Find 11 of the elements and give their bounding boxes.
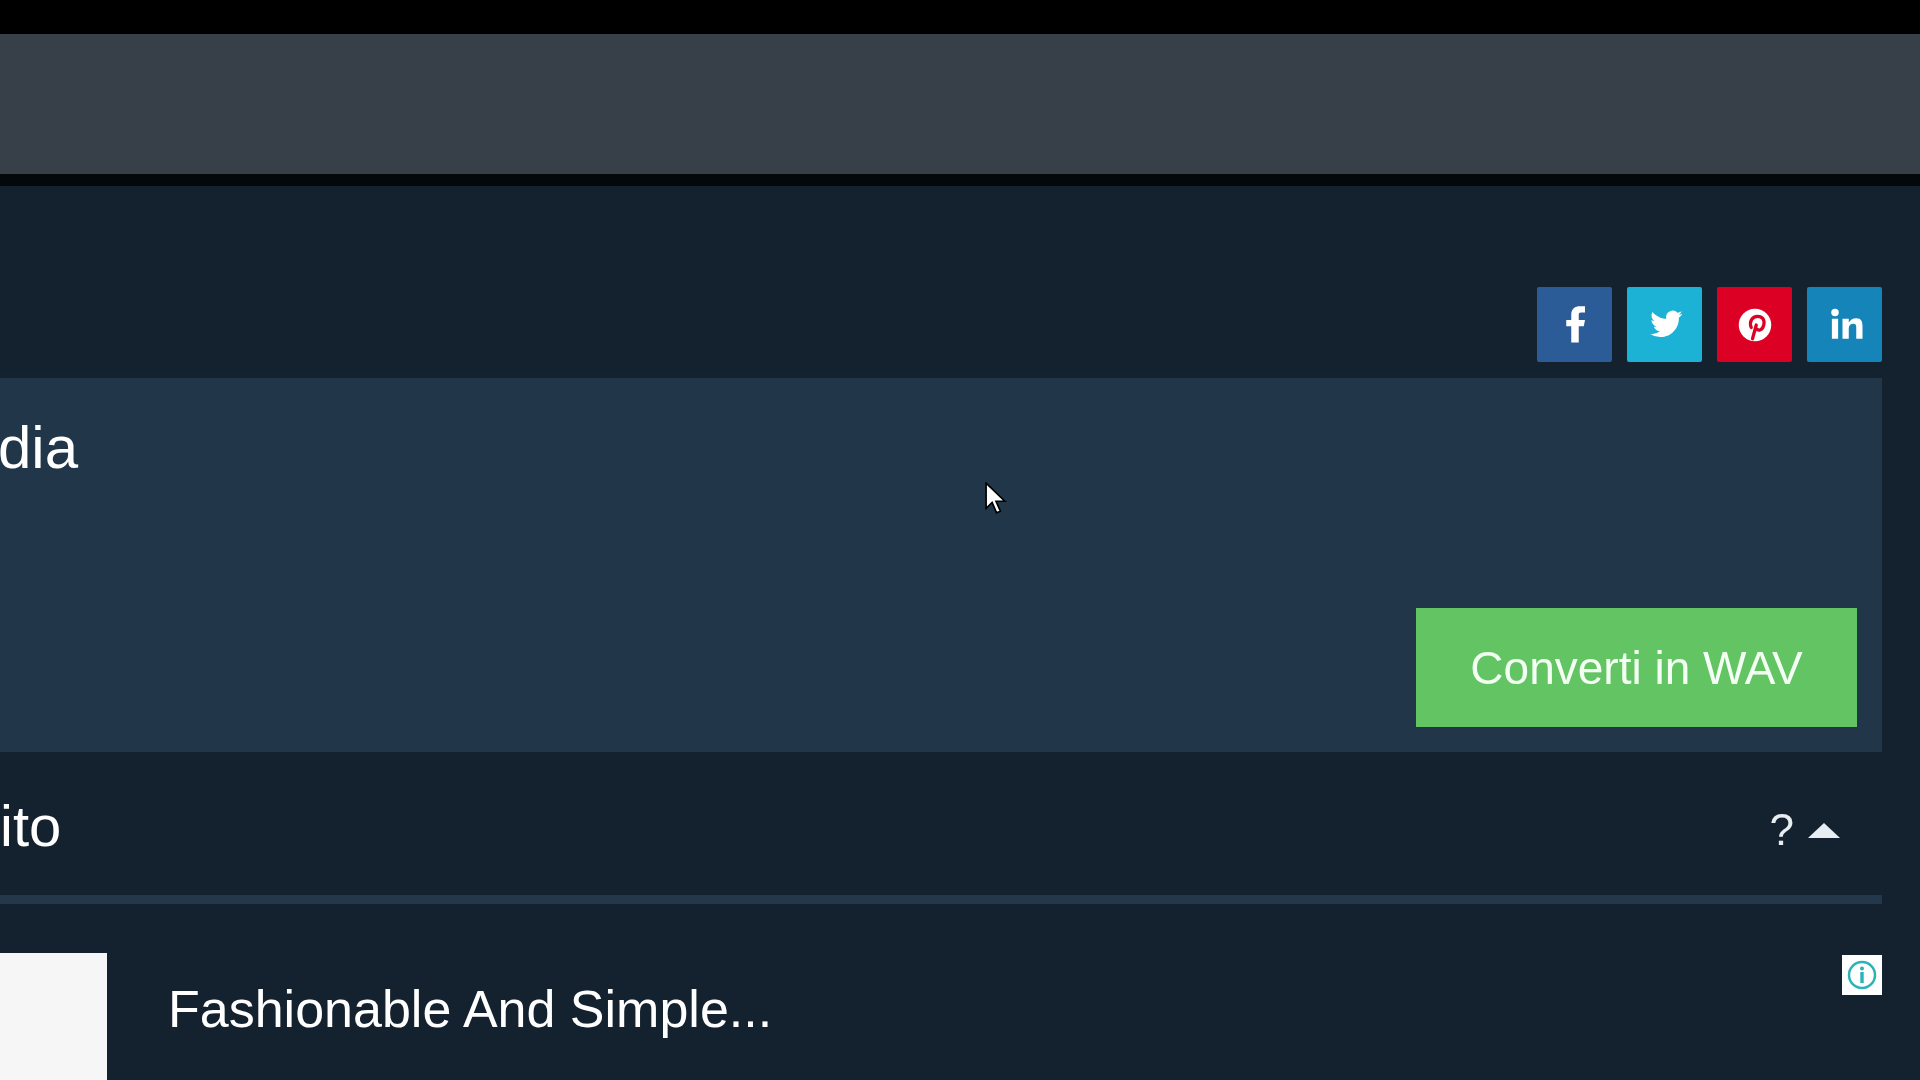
- pinterest-share-button[interactable]: [1717, 287, 1792, 362]
- section-title: ito: [0, 792, 62, 859]
- linkedin-share-button[interactable]: [1807, 287, 1882, 362]
- ad-title[interactable]: Fashionable And Simple...: [168, 979, 1842, 1039]
- twitter-share-button[interactable]: [1627, 287, 1702, 362]
- ad-thumbnail[interactable]: [0, 953, 107, 1080]
- panel-title: dia: [0, 413, 80, 483]
- info-icon[interactable]: [1842, 955, 1882, 995]
- help-link[interactable]: ?: [1769, 804, 1794, 855]
- facebook-share-button[interactable]: [1537, 287, 1612, 362]
- mouse-cursor-icon: [985, 482, 1007, 515]
